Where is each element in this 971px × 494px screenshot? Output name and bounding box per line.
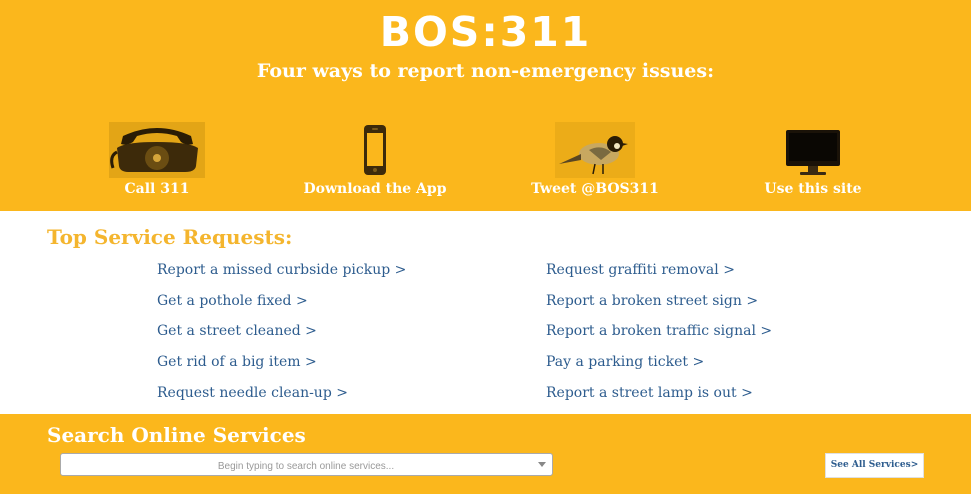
request-link[interactable]: Report a street lamp is out > bbox=[546, 385, 753, 401]
request-link[interactable]: Get a street cleaned > bbox=[157, 323, 317, 339]
site-logo[interactable]: BOS:311 bbox=[0, 8, 971, 56]
way-site[interactable]: Use this site bbox=[713, 122, 913, 207]
way-label-tweet: Tweet @BOS311 bbox=[531, 181, 659, 197]
see-all-services-button[interactable]: See All Services> bbox=[825, 453, 924, 478]
request-link[interactable]: Get a pothole fixed > bbox=[157, 293, 308, 309]
request-link[interactable]: Get rid of a big item > bbox=[157, 354, 317, 370]
way-app[interactable]: Download the App bbox=[275, 122, 475, 207]
monitor-icon bbox=[784, 122, 842, 178]
search-input[interactable] bbox=[61, 456, 531, 477]
chevron-down-icon[interactable] bbox=[538, 462, 546, 467]
tagline: Four ways to report non-emergency issues… bbox=[256, 60, 715, 82]
request-link[interactable]: Report a broken street sign > bbox=[546, 293, 758, 309]
way-tweet[interactable]: Tweet @BOS311 bbox=[495, 122, 695, 207]
request-link[interactable]: Pay a parking ticket > bbox=[546, 354, 704, 370]
way-label-call: Call 311 bbox=[124, 181, 190, 197]
way-label-site: Use this site bbox=[764, 181, 862, 197]
search-box[interactable] bbox=[60, 453, 553, 477]
phone-icon bbox=[109, 122, 205, 178]
bird-icon bbox=[555, 122, 635, 178]
search-title: Search Online Services bbox=[47, 423, 306, 447]
request-link[interactable]: Request needle clean-up > bbox=[157, 385, 348, 401]
top-requests-title: Top Service Requests: bbox=[47, 225, 293, 249]
top-requests-section: Top Service Requests: Report a missed cu… bbox=[0, 211, 971, 414]
request-link[interactable]: Report a missed curbside pickup > bbox=[157, 262, 406, 278]
smartphone-icon bbox=[362, 122, 388, 178]
request-link[interactable]: Request graffiti removal > bbox=[546, 262, 735, 278]
request-link[interactable]: Report a broken traffic signal > bbox=[546, 323, 772, 339]
search-section: Search Online Services See All Services> bbox=[0, 414, 971, 494]
header-banner: BOS:311 Four ways to report non-emergenc… bbox=[0, 0, 971, 211]
way-call[interactable]: Call 311 bbox=[57, 122, 257, 207]
way-label-app: Download the App bbox=[303, 181, 447, 197]
